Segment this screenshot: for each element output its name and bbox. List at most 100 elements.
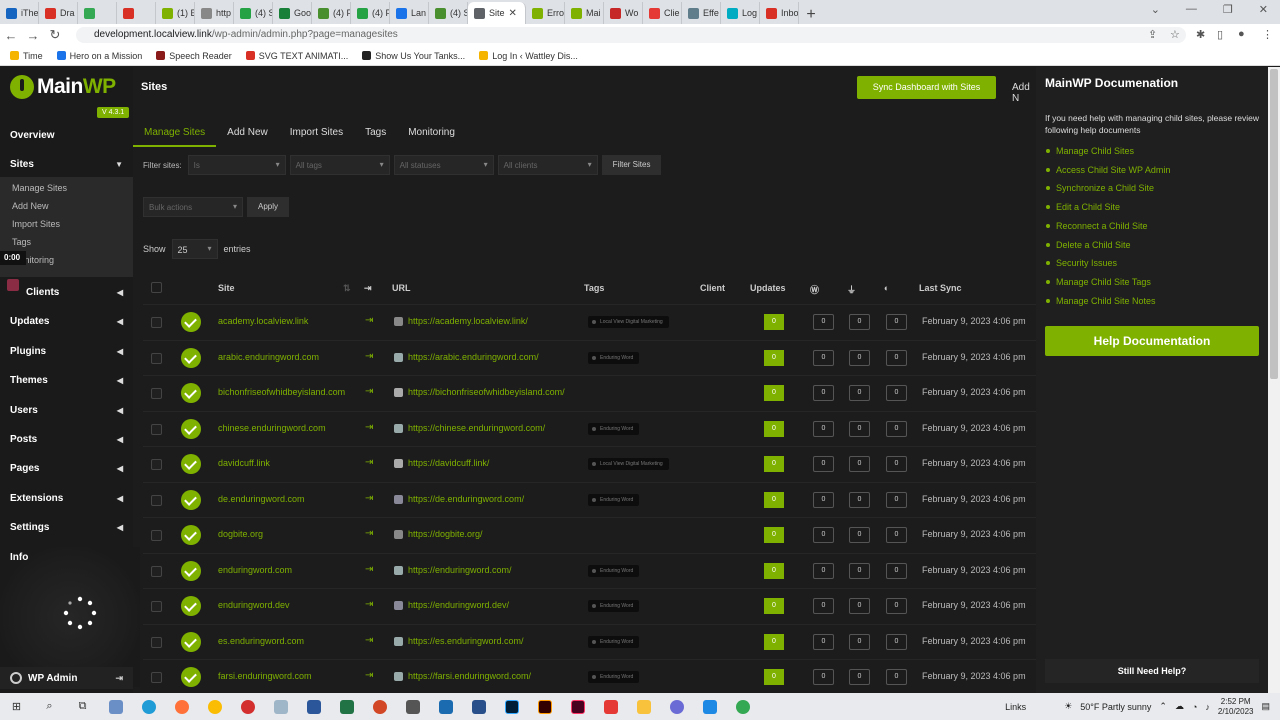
restore-icon[interactable]: ❐ bbox=[1223, 3, 1233, 16]
status-filter-select[interactable]: Is bbox=[187, 155, 286, 175]
bookmark-item[interactable]: Log In ‹ Wattley Dis... bbox=[479, 51, 578, 61]
tags-filter-select[interactable]: All tags bbox=[289, 155, 390, 175]
column-tags[interactable]: Tags bbox=[584, 283, 604, 293]
browser-tab[interactable]: Inbo bbox=[760, 2, 799, 24]
site-url-link[interactable]: https://de.enduringword.com/ bbox=[408, 494, 524, 504]
wp-admin-link[interactable]: WP Admin ⇥ bbox=[0, 667, 133, 689]
table-row[interactable]: farsi.enduringword.com ⇥ https://farsi.end… bbox=[143, 659, 1037, 694]
plugin-updates-count[interactable]: 0 bbox=[849, 314, 870, 330]
site-name-link[interactable]: academy.localview.link bbox=[218, 316, 308, 326]
doc-link[interactable]: Manage Child Sites bbox=[1045, 146, 1134, 156]
tag-label[interactable]: Enduring Word bbox=[588, 635, 640, 648]
column-last-sync[interactable]: Last Sync bbox=[919, 283, 962, 293]
column-url[interactable]: URL bbox=[392, 283, 411, 293]
table-row[interactable]: de.enduringword.com ⇥ https://de.enduringw… bbox=[143, 481, 1037, 517]
tab-manage-sites[interactable]: Manage Sites bbox=[133, 119, 217, 147]
chevron-down-icon[interactable]: ⌄ bbox=[1151, 3, 1160, 16]
row-checkbox[interactable] bbox=[151, 636, 162, 648]
links-toolbar[interactable]: Links bbox=[1005, 702, 1026, 712]
updates-count[interactable]: 0 bbox=[764, 420, 784, 437]
theme-updates-count[interactable]: 0 bbox=[886, 527, 907, 543]
browser-tab[interactable] bbox=[78, 2, 117, 24]
clock[interactable]: 2:52 PM 2/10/2023 bbox=[1218, 697, 1254, 717]
back-icon[interactable]: ← bbox=[0, 28, 22, 43]
login-icon[interactable]: ⇥ bbox=[365, 670, 373, 681]
wp-updates-count[interactable]: 0 bbox=[813, 633, 834, 650]
browser-tab[interactable]: Clie bbox=[643, 2, 682, 24]
doc-link[interactable]: Synchronize a Child Site bbox=[1045, 183, 1154, 193]
site-name-link[interactable]: bichonfriseofwhidbeyisland.com bbox=[218, 387, 345, 397]
doc-link[interactable]: Delete a Child Site bbox=[1046, 240, 1131, 250]
wp-updates-count[interactable]: 0 bbox=[813, 491, 834, 508]
plugin-updates-count[interactable]: 0 bbox=[849, 562, 870, 579]
apply-button[interactable]: Apply bbox=[247, 197, 290, 217]
firefox-icon[interactable] bbox=[165, 693, 198, 720]
theme-updates-count[interactable]: 0 bbox=[886, 420, 907, 437]
updates-count[interactable]: 0 bbox=[764, 633, 784, 650]
browser-tab[interactable]: Wo bbox=[604, 2, 643, 24]
site-name-link[interactable]: chinese.enduringword.com bbox=[218, 423, 326, 433]
taskbar-app-icon[interactable] bbox=[594, 693, 627, 720]
doc-link[interactable]: Access Child Site WP Admin bbox=[1045, 165, 1170, 175]
table-row[interactable]: enduringword.dev ⇥ https://enduringword.de… bbox=[143, 588, 1037, 623]
tab-tags[interactable]: Tags bbox=[354, 119, 397, 147]
table-row[interactable]: dogbite.org ⇥ https://dogbite.org/0 0 0 0 Febr… bbox=[143, 517, 1037, 552]
weather-icon[interactable]: ☀ bbox=[1064, 701, 1072, 712]
tab-import-sites[interactable]: Import Sites bbox=[279, 119, 354, 147]
login-icon[interactable]: ⇥ bbox=[365, 386, 373, 397]
theme-updates-count[interactable]: 0 bbox=[886, 349, 907, 366]
bookmark-item[interactable]: Show Us Your Tanks... bbox=[362, 51, 465, 61]
notifications-icon[interactable]: ▤ bbox=[1261, 701, 1270, 712]
wp-updates-count[interactable]: 0 bbox=[813, 349, 834, 366]
chrome-active-icon[interactable] bbox=[726, 693, 759, 720]
theme-updates-count[interactable]: 0 bbox=[886, 314, 907, 330]
pen-icon[interactable] bbox=[462, 693, 495, 720]
forward-icon[interactable]: → bbox=[22, 28, 44, 43]
browser-tab[interactable]: (4) S bbox=[429, 2, 468, 24]
sidebar-item-updates[interactable]: Updates ◀ bbox=[0, 307, 133, 335]
theme-updates-count[interactable]: 0 bbox=[886, 456, 907, 472]
wp-updates-count[interactable]: 0 bbox=[813, 669, 834, 685]
taskbar-app-icon[interactable] bbox=[396, 693, 429, 720]
network-icon[interactable]: ☁ bbox=[1175, 701, 1184, 712]
sidebar-item-info[interactable]: Info bbox=[0, 543, 133, 571]
row-checkbox[interactable] bbox=[151, 317, 162, 328]
doc-link[interactable]: Edit a Child Site bbox=[1045, 202, 1120, 212]
sidebar-item-overview[interactable]: Overview bbox=[0, 121, 133, 149]
updates-count[interactable]: 0 bbox=[764, 527, 784, 543]
submenu-manage-sites[interactable]: Manage Sites bbox=[12, 183, 67, 193]
table-row[interactable]: davidcuff.link ⇥ https://davidcuff.link/Lo… bbox=[143, 446, 1037, 481]
tray-chevron-icon[interactable]: ⌃ bbox=[1159, 701, 1167, 712]
plugin-updates-count[interactable]: 0 bbox=[849, 456, 870, 472]
bookmark-item[interactable]: Speech Reader bbox=[156, 51, 232, 61]
tag-label[interactable]: Local View Digital Marketing bbox=[588, 316, 669, 328]
wp-updates-count[interactable]: 0 bbox=[813, 562, 834, 579]
row-checkbox[interactable] bbox=[151, 494, 162, 506]
site-name-link[interactable]: enduringword.dev bbox=[218, 600, 290, 610]
plugin-updates-count[interactable]: 0 bbox=[849, 598, 870, 614]
site-url-link[interactable]: https://es.enduringword.com/ bbox=[408, 636, 524, 646]
excel-icon[interactable] bbox=[330, 693, 363, 720]
site-url-link[interactable]: https://farsi.enduringword.com/ bbox=[408, 671, 531, 681]
updates-count[interactable]: 0 bbox=[764, 314, 784, 330]
tag-label[interactable]: Enduring Word bbox=[588, 493, 640, 506]
table-row[interactable]: bichonfriseofwhidbeyisland.com ⇥ https://b… bbox=[143, 375, 1037, 410]
wp-updates-count[interactable]: 0 bbox=[813, 456, 834, 472]
tab-monitoring[interactable]: Monitoring bbox=[397, 119, 466, 147]
plugin-updates-count[interactable]: 0 bbox=[849, 420, 870, 437]
close-window-icon[interactable]: ✕ bbox=[1259, 3, 1268, 16]
site-url-link[interactable]: https://academy.localview.link/ bbox=[408, 316, 528, 326]
star-icon[interactable]: ☆ bbox=[1170, 28, 1180, 41]
share-icon[interactable]: ⇪ bbox=[1148, 28, 1157, 41]
indesign-icon[interactable] bbox=[561, 693, 594, 720]
row-checkbox[interactable] bbox=[151, 530, 162, 541]
site-url-link[interactable]: https://arabic.enduringword.com/ bbox=[408, 352, 539, 362]
taskbar-app-icon[interactable] bbox=[429, 693, 462, 720]
login-icon[interactable]: ⇥ bbox=[365, 422, 373, 433]
site-name-link[interactable]: es.enduringword.com bbox=[218, 636, 304, 646]
browser-tab[interactable]: Site ✕ bbox=[468, 2, 526, 24]
browser-tab[interactable]: iThe bbox=[0, 2, 39, 24]
weather-text[interactable]: 50°F Partly sunny bbox=[1080, 702, 1151, 712]
theme-updates-count[interactable]: 0 bbox=[886, 491, 907, 508]
search-icon[interactable]: ⌕ bbox=[33, 693, 66, 720]
